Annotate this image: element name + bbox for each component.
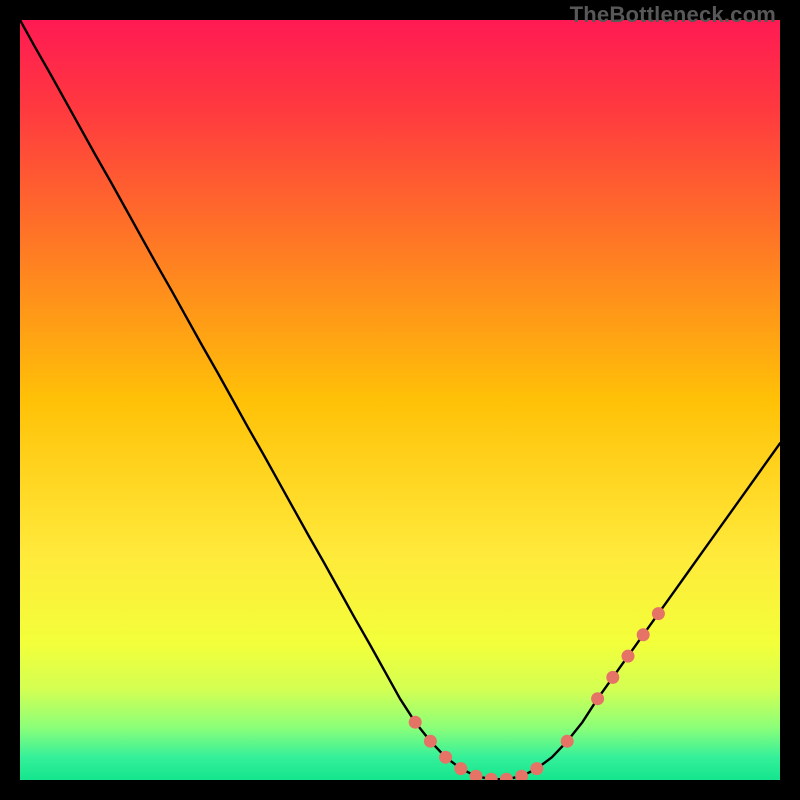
marker-point <box>439 751 452 764</box>
marker-point <box>637 628 650 641</box>
marker-point <box>591 692 604 705</box>
marker-point <box>454 762 467 775</box>
gradient-background <box>20 20 780 780</box>
marker-point <box>606 671 619 684</box>
chart-frame <box>20 20 780 780</box>
marker-point <box>652 607 665 620</box>
marker-point <box>424 735 437 748</box>
marker-point <box>530 762 543 775</box>
bottleneck-chart <box>20 20 780 780</box>
marker-point <box>622 650 635 663</box>
marker-point <box>561 735 574 748</box>
marker-point <box>409 716 422 729</box>
watermark-text: TheBottleneck.com <box>570 2 776 28</box>
